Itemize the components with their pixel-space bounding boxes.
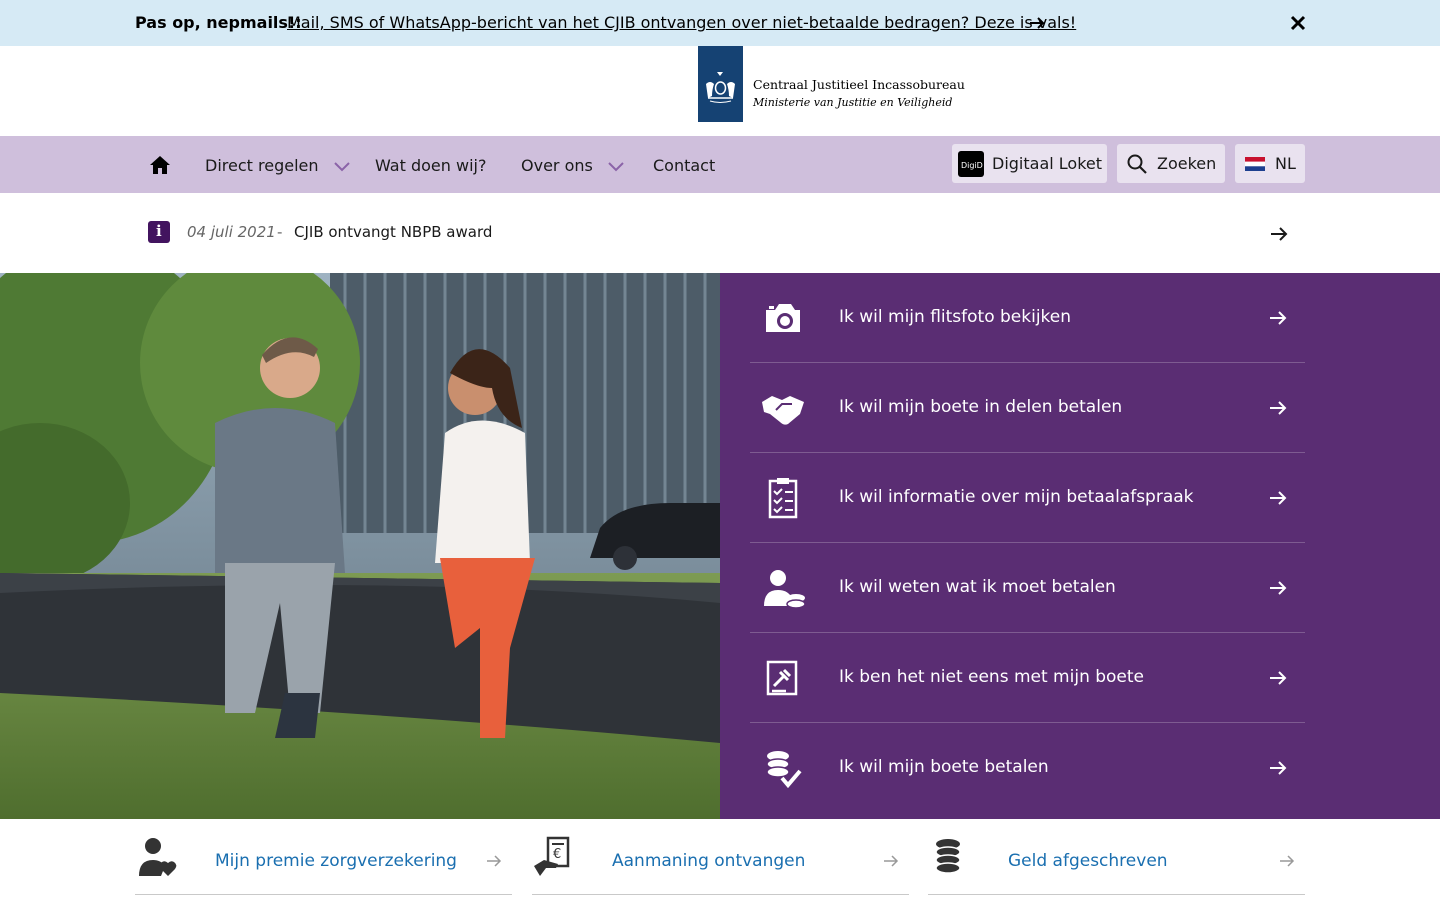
person-heart-icon xyxy=(139,838,177,876)
nav-item-label: Direct regelen xyxy=(205,156,319,175)
nav-over-ons[interactable]: Over ons xyxy=(521,156,624,175)
nav-wat-doen-wij[interactable]: Wat doen wij? xyxy=(375,156,486,175)
logo-ministry-name: Ministerie van Justitie en Veiligheid xyxy=(753,96,953,109)
news-date: 04 juli 2021 xyxy=(187,223,276,241)
info-icon: i xyxy=(148,221,170,243)
task-label: Ik wil mijn boete betalen xyxy=(839,757,1049,777)
task-label: Ik ben het niet eens met mijn boete xyxy=(839,667,1145,687)
search-label: Zoeken xyxy=(1157,154,1217,173)
arrow-right-icon xyxy=(1270,761,1287,775)
search-button[interactable]: Zoeken xyxy=(1117,144,1225,183)
home-icon[interactable] xyxy=(148,154,172,176)
quick-link-label: Mijn premie zorgverzekering xyxy=(215,851,457,871)
person-coins-icon xyxy=(764,570,806,609)
nav-contact[interactable]: Contact xyxy=(653,156,715,175)
nav-item-label: Wat doen wij? xyxy=(375,156,487,175)
handshake-icon xyxy=(762,396,804,425)
task-label: Ik wil weten wat ik moet betalen xyxy=(839,577,1116,597)
rijksoverheid-logo[interactable] xyxy=(698,46,743,122)
language-label: NL xyxy=(1275,154,1296,173)
arrow-right-icon xyxy=(1280,855,1295,867)
task-wat-moet-ik-betalen[interactable]: Ik wil weten wat ik moet betalen xyxy=(750,543,1305,633)
digitaal-loket-button[interactable]: DigiD Digitaal Loket xyxy=(952,144,1107,183)
nav-direct-regelen[interactable]: Direct regelen xyxy=(205,156,350,175)
camera-icon xyxy=(766,304,800,332)
coins-check-icon xyxy=(766,751,802,789)
quick-link-label: Geld afgeschreven xyxy=(1008,851,1168,871)
search-icon xyxy=(1127,154,1147,174)
chevron-down-icon xyxy=(608,161,624,171)
coin-stack-icon xyxy=(935,839,961,874)
digid-logo-icon: DigiD xyxy=(958,151,984,177)
arrow-right-icon xyxy=(1270,671,1287,685)
alert-link[interactable]: Mail, SMS of WhatsApp-bericht van het CJ… xyxy=(287,13,1076,32)
close-icon[interactable] xyxy=(1288,13,1308,33)
arrow-right-icon xyxy=(487,855,502,867)
quick-link-aanmaning-ontvangen[interactable]: € Aanmaning ontvangen xyxy=(532,828,909,895)
task-label: Ik wil mijn boete in delen betalen xyxy=(839,397,1123,417)
arrow-right-icon[interactable] xyxy=(1028,14,1046,32)
hero-photo-illustration xyxy=(0,273,720,819)
quick-link-premie-zorgverzekering[interactable]: Mijn premie zorgverzekering xyxy=(135,828,512,895)
quick-link-geld-afgeschreven[interactable]: Geld afgeschreven xyxy=(928,828,1305,895)
nav-item-label: Contact xyxy=(653,156,716,175)
task-label: Ik wil informatie over mijn betaalafspra… xyxy=(839,487,1194,507)
coat-of-arms-icon xyxy=(706,72,735,103)
quick-link-label: Aanmaning ontvangen xyxy=(612,851,806,871)
nav-item-label: Over ons xyxy=(521,156,593,175)
gavel-document-icon xyxy=(766,660,798,696)
logo-org-name: Centraal Justitieel Incassobureau xyxy=(753,77,965,92)
digid-badge-text: DigiD xyxy=(961,161,983,170)
phishing-alert-bar: Pas op, nepmails!: Mail, SMS of WhatsApp… xyxy=(0,0,1440,46)
task-label: Ik wil mijn flitsfoto bekijken xyxy=(839,307,1072,327)
news-separator: - xyxy=(277,223,283,241)
task-betaalafspraak[interactable]: Ik wil informatie over mijn betaalafspra… xyxy=(750,453,1305,543)
arrow-right-icon xyxy=(1270,491,1287,505)
alert-title: Pas op, nepmails!: xyxy=(135,13,302,32)
language-switch-button[interactable]: NL xyxy=(1235,144,1305,183)
task-boete-betalen[interactable]: Ik wil mijn boete betalen xyxy=(750,723,1305,813)
task-panel: Ik wil mijn flitsfoto bekijken Ik wil mi… xyxy=(720,273,1440,819)
arrow-right-icon xyxy=(1270,401,1287,415)
svg-text:€: € xyxy=(553,847,561,862)
main-navigation: Direct regelen Wat doen wij? Over ons Co… xyxy=(0,136,1440,193)
arrow-right-icon xyxy=(1270,311,1287,325)
clipboard-checklist-icon xyxy=(768,478,798,519)
chevron-down-icon xyxy=(333,161,350,171)
site-header: Centraal Justitieel Incassobureau Minist… xyxy=(0,46,1440,136)
arrow-right-icon xyxy=(884,855,899,867)
digitaal-loket-label: Digitaal Loket xyxy=(992,154,1103,173)
dutch-flag-icon xyxy=(1245,157,1265,171)
arrow-right-icon xyxy=(1270,581,1287,595)
task-flitsfoto[interactable]: Ik wil mijn flitsfoto bekijken xyxy=(750,273,1305,363)
task-niet-eens-met-boete[interactable]: Ik ben het niet eens met mijn boete xyxy=(750,633,1305,723)
hero-photo xyxy=(0,273,720,819)
task-in-delen-betalen[interactable]: Ik wil mijn boete in delen betalen xyxy=(750,363,1305,453)
news-ticker[interactable]: i 04 juli 2021 - CJIB ontvangt NBPB awar… xyxy=(0,193,1440,273)
hand-euro-document-icon: € xyxy=(534,836,570,876)
arrow-right-icon[interactable] xyxy=(1269,225,1289,243)
news-title: CJIB ontvangt NBPB award xyxy=(294,223,493,241)
